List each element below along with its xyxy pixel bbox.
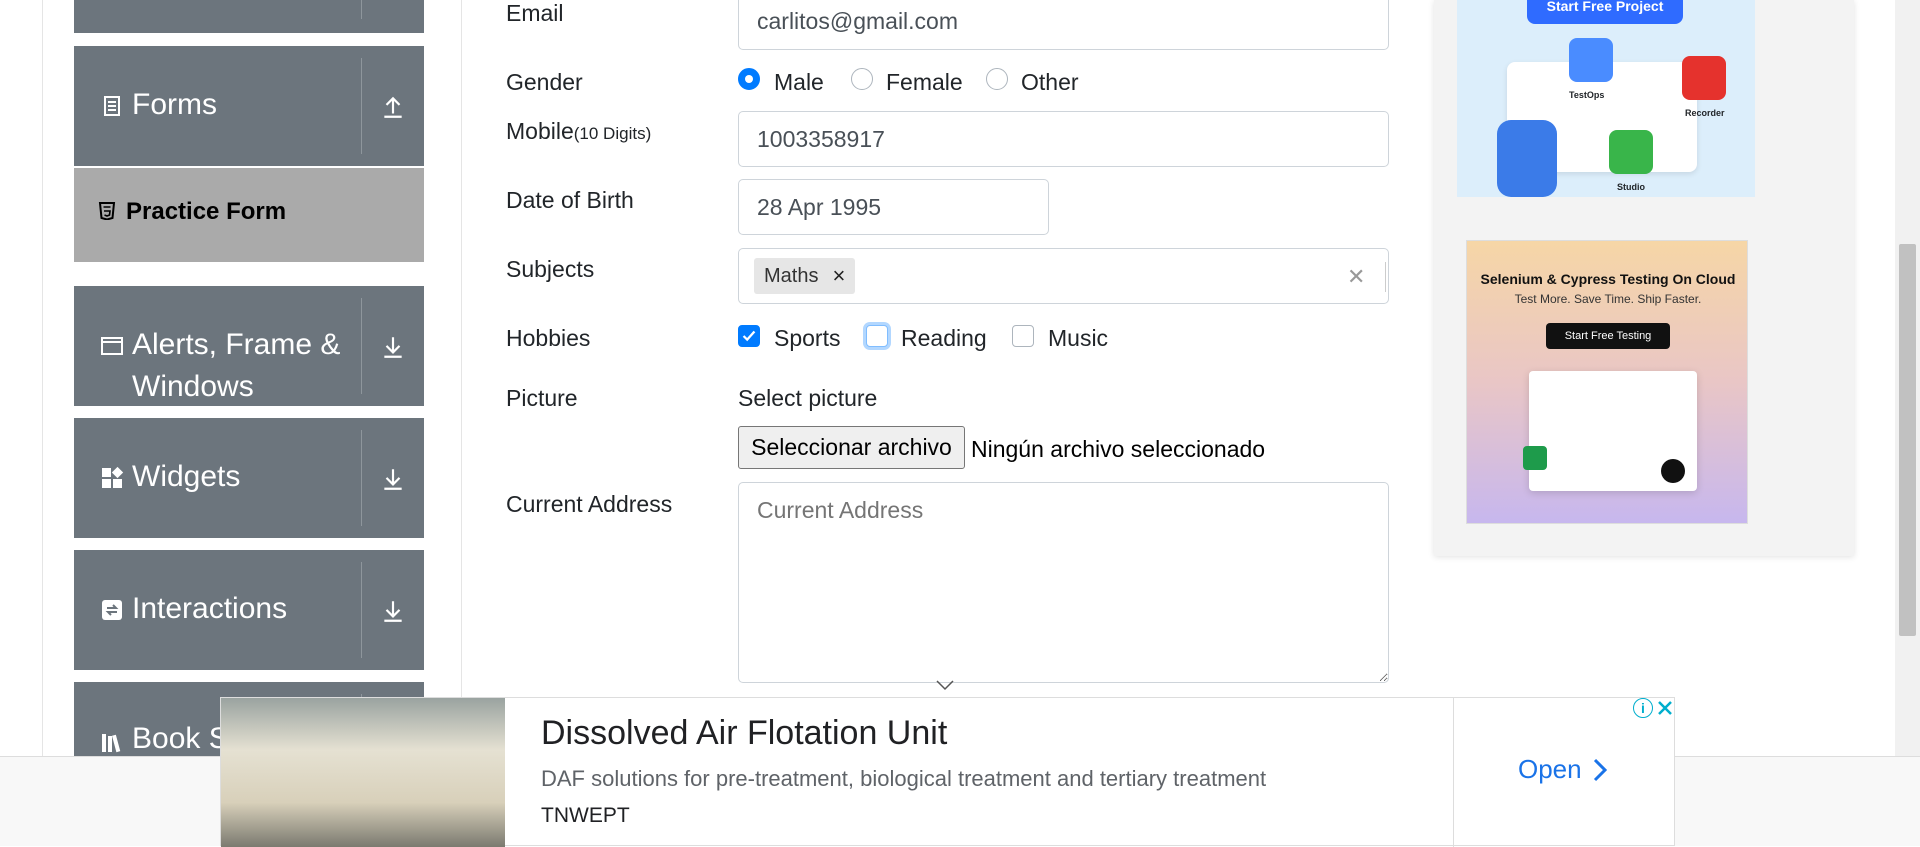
ad2-cta-label: Start Free Testing	[1564, 330, 1652, 342]
mobile-label-hint: (10 Digits)	[573, 124, 652, 143]
chip-remove-icon[interactable]: ×	[832, 263, 845, 289]
email-label: Email	[506, 0, 564, 26]
gender-radio-female[interactable]	[851, 68, 873, 90]
sidebar-group-label: Alerts, Frame &	[132, 328, 341, 361]
dob-label: Date of Birth	[506, 187, 634, 213]
gender-label: Gender	[506, 69, 583, 95]
subject-chip-label: Maths	[764, 264, 819, 287]
ad-tag-recorder: Recorder	[1685, 108, 1725, 118]
mobile-label-text: Mobile	[506, 118, 574, 144]
gender-option-male[interactable]: Male	[774, 69, 824, 96]
ad-tag-studio: Studio	[1617, 182, 1645, 192]
widgets-icon	[102, 466, 124, 488]
arrow-down-icon[interactable]	[380, 598, 406, 624]
gender-radio-male[interactable]	[738, 68, 760, 90]
selenium-logo	[1523, 446, 1547, 470]
mobile-value: 1003358917	[757, 125, 885, 152]
sidebar-group-label: Book S	[132, 722, 229, 755]
ad-product-image[interactable]	[221, 698, 505, 847]
scrollbar-thumb[interactable]	[1899, 244, 1916, 636]
hobby-option-reading[interactable]: Reading	[901, 325, 987, 352]
mobile-label: Mobile(10 Digits)	[506, 118, 651, 145]
arrow-down-icon[interactable]	[380, 466, 406, 492]
file-status: Ningún archivo seleccionado	[971, 436, 1266, 462]
banner-open-button[interactable]: Open	[1518, 754, 1608, 785]
sidebar-group-elements-tail[interactable]	[74, 0, 424, 33]
hobby-checkbox-music[interactable]	[1012, 325, 1034, 347]
ad2-title: Selenium & Cypress Testing On Cloud	[1480, 271, 1736, 287]
gender-radio-other[interactable]	[986, 68, 1008, 90]
sidebar-group-alerts-frame-windows[interactable]: Alerts, Frame & Windows	[74, 286, 424, 406]
sidebar-group-label: Forms	[132, 88, 217, 121]
sidebar-group-label: Interactions	[132, 592, 288, 625]
chevron-right-icon	[1593, 758, 1607, 781]
mobile-field[interactable]: 1003358917	[738, 111, 1389, 167]
clear-icon[interactable]: ✕	[1347, 264, 1365, 290]
sidebar-group-label: Widgets	[132, 460, 241, 493]
window-icon	[101, 337, 123, 355]
ad2-subtitle: Test More. Save Time. Ship Faster.	[1514, 292, 1702, 306]
katalon-ad[interactable]: Start Free Project TestOps Recorder Stud…	[1457, 0, 1755, 197]
picture-label: Picture	[506, 385, 578, 411]
sidebar-item-label: Practice Form	[126, 198, 287, 225]
cypress-logo	[1661, 459, 1685, 483]
current-address-input[interactable]	[738, 482, 1389, 683]
checkmark-icon	[742, 330, 756, 342]
hobby-option-sports[interactable]: Sports	[774, 325, 840, 352]
dob-field[interactable]: 28 Apr 1995	[738, 179, 1049, 235]
address-label: Current Address	[506, 491, 673, 517]
ad2-cta-button[interactable]: Start Free Testing	[1546, 323, 1670, 349]
hobby-option-music[interactable]: Music	[1048, 325, 1108, 352]
sidebar-group-interactions[interactable]: Interactions	[74, 550, 424, 670]
studio-tile	[1609, 130, 1653, 174]
dob-value: 28 Apr 1995	[757, 193, 882, 220]
open-label: Open	[1518, 754, 1582, 784]
sidebar-group-widgets[interactable]: Widgets	[74, 418, 424, 538]
subject-chip: Maths ×	[754, 258, 856, 294]
interactions-icon	[102, 600, 122, 620]
gender-option-other[interactable]: Other	[1021, 69, 1079, 96]
ad-cta-label: Start Free Project	[1546, 0, 1664, 14]
sidebar-item-practice-form[interactable]: Practice Form	[74, 168, 424, 262]
select-picture-text: Select picture	[738, 385, 878, 411]
hobby-checkbox-reading[interactable]	[866, 325, 888, 347]
sidebar-group-forms[interactable]: Forms	[74, 46, 424, 166]
html5-icon	[98, 202, 116, 220]
ad-info-icon[interactable]: i	[1633, 698, 1653, 718]
ad-close-icon[interactable]	[1655, 698, 1675, 718]
arrow-down-icon[interactable]	[380, 334, 406, 360]
books-icon	[102, 734, 121, 753]
lambdatest-ad[interactable]: Selenium & Cypress Testing On Cloud Test…	[1466, 240, 1748, 524]
ad-cta-button[interactable]: Start Free Project	[1527, 0, 1683, 24]
email-value: carlitos@gmail.com	[757, 7, 959, 34]
robot-illustration	[1497, 120, 1557, 197]
ad-tag-testops: TestOps	[1569, 90, 1605, 100]
subjects-divider	[1385, 262, 1386, 292]
banner-title[interactable]: Dissolved Air Flotation Unit	[541, 714, 947, 753]
arrow-up-icon[interactable]	[380, 94, 406, 120]
banner-brand: TNWEPT	[541, 804, 630, 827]
banner-divider	[1453, 698, 1454, 847]
choose-file-button[interactable]: Seleccionar archivo	[738, 426, 965, 469]
sidebar-group-label-line2: Windows	[132, 370, 254, 403]
form-icon	[104, 96, 120, 116]
recorder-tile	[1682, 56, 1726, 100]
subjects-label: Subjects	[506, 256, 595, 282]
hobbies-label: Hobbies	[506, 325, 591, 351]
collapse-handle-icon[interactable]	[935, 678, 955, 696]
testops-tile	[1569, 38, 1613, 82]
banner-description: DAF solutions for pre-treatment, biologi…	[541, 766, 1267, 791]
bottom-ad-banner[interactable]: Dissolved Air Flotation Unit DAF solutio…	[220, 697, 1675, 847]
hobby-checkbox-sports[interactable]	[738, 325, 760, 347]
gender-option-female[interactable]: Female	[886, 69, 963, 96]
email-field[interactable]: carlitos@gmail.com	[738, 0, 1389, 50]
